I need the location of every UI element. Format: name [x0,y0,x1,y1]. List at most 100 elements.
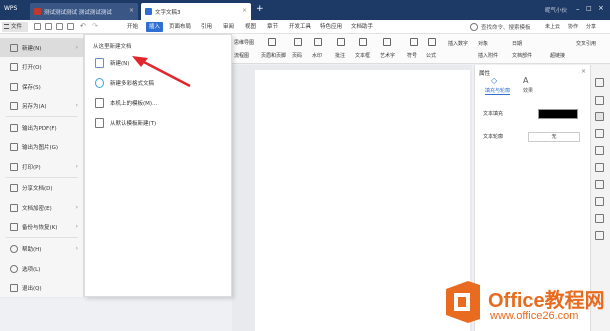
style-icon[interactable] [595,129,604,138]
cross-reference-button[interactable]: 交叉引用 [576,40,596,47]
menu-item-export-pdf[interactable]: 输出为PDF(F) [0,118,84,137]
tab-page-layout[interactable]: 页面布局 [166,22,194,32]
export-icon[interactable] [45,23,52,30]
menu-item-share[interactable]: 分享文档(D) [0,178,84,197]
menu-divider [6,237,78,238]
comment-button[interactable]: 批注 [335,52,345,59]
menu-item-options[interactable]: 选项(L) [0,259,84,278]
submenu-title: 从这里新建文档 [93,44,132,50]
pdf-icon [10,123,18,132]
menu-bar: 文件 ↶ ↷ 开始 插入 页面布局 引用 审阅 视图 章节 开发工具 特色应用 … [0,20,610,34]
backup-icon[interactable] [595,214,604,223]
shape-icon[interactable] [595,180,604,189]
app-name[interactable]: WPS [4,5,17,12]
undo-icon[interactable]: ↶ [80,22,86,30]
file-menu-button[interactable]: 文件 [2,22,28,32]
formula-button[interactable]: 公式 [426,52,436,59]
insert-attachment-button[interactable]: 插入附件 [478,52,498,59]
collaborate-button[interactable]: 协作 [568,23,578,30]
search-input[interactable]: 查找命令、搜索模板 [481,23,531,31]
new-icon [10,43,18,52]
redo-icon[interactable]: ↷ [92,22,98,30]
new-tab-icon[interactable]: + [256,4,264,14]
panel-close-icon[interactable]: × [581,68,586,75]
preview-icon[interactable] [67,23,74,30]
properties-icon[interactable] [595,112,604,121]
tab-insert[interactable]: 插入 [146,22,164,32]
submenu-item-new[interactable]: 新建(N) [95,56,129,70]
text-outline-label[interactable]: 文本轮廓 [483,133,503,140]
menu-item-encrypt[interactable]: 文档加密(E) › [0,198,84,217]
menu-item-exit[interactable]: 退出(Q) [0,278,84,297]
document-tab-1[interactable]: 测试测试测试 测试测试测试 × [30,3,138,20]
document-tab-2[interactable]: 文字文稿3 × [141,3,251,20]
menu-item-help[interactable]: 帮助(H) › [0,239,84,258]
text-fill-label[interactable]: 文本填充 [483,110,503,117]
save-icon [10,82,18,91]
save-icon[interactable] [34,23,41,30]
mindmap-button[interactable]: 思维导图 [234,39,254,46]
table-icon[interactable] [595,197,604,206]
watermark-text: Office教程网 [488,290,605,312]
menu-item-save-as[interactable]: 另存为(A) › [0,96,84,115]
cursor-icon[interactable] [595,96,604,105]
menu-item-save[interactable]: 保存(S) [0,77,84,96]
tab-developer[interactable]: 开发工具 [286,22,314,32]
tab-chapter[interactable]: 章节 [264,22,281,32]
print-icon [10,162,18,171]
tab-effects[interactable]: 效果 [523,87,533,94]
text-outline-select[interactable]: 无 [528,132,580,142]
user-name[interactable]: 昵气小伙 [545,6,567,14]
formula-icon [428,38,436,46]
menu-item-new[interactable]: 新建(N) › [0,38,84,57]
wordart-button[interactable]: 艺术字 [380,52,395,59]
window-close-icon[interactable]: × [598,4,604,12]
search-icon[interactable] [470,23,478,31]
select-icon[interactable] [595,78,604,87]
tab-special-apps[interactable]: 特色应用 [317,22,345,32]
default-template-icon [95,118,104,128]
open-icon [10,62,18,71]
tab-view[interactable]: 视图 [242,22,259,32]
tab-doc-assistant[interactable]: 文档助手 [348,22,376,32]
share-icon[interactable] [595,163,604,172]
doc-parts-button[interactable]: 文档部件 [512,52,532,59]
insert-number-button[interactable]: 插入数字 [448,40,468,47]
textbox-button[interactable]: 文本框 [355,52,370,59]
document-page[interactable] [255,70,470,331]
close-icon[interactable]: × [242,7,247,14]
page-number-button[interactable]: 页码 [292,52,302,59]
text-fill-color-picker[interactable] [538,109,578,119]
submenu-item-default-template[interactable]: 从默认模板新建(T) [95,116,156,130]
object-button[interactable]: 对象 [478,40,488,47]
hyperlink-button[interactable]: 超链接 [550,52,565,59]
menu-item-export-image[interactable]: 输出为图片(G) [0,137,84,156]
submenu-item-local-template[interactable]: 本机上的模板(M)... [95,96,157,110]
menu-item-open[interactable]: 打开(O) [0,57,84,76]
tab-review[interactable]: 审阅 [220,22,237,32]
header-footer-button[interactable]: 页眉和页脚 [261,52,286,59]
minimize-icon[interactable]: – [576,5,580,13]
share-button[interactable]: 分享 [586,23,596,30]
tab-start[interactable]: 开始 [124,22,141,32]
print-icon[interactable] [56,23,63,30]
flowchart-button[interactable]: 流程图 [234,52,249,59]
watermark-button[interactable]: 水印 [312,52,322,59]
symbol-icon [410,38,418,46]
star-icon[interactable] [595,146,604,155]
help-icon[interactable] [595,231,604,240]
annotation-arrow [132,56,191,88]
menu-item-print[interactable]: 打印(P) › [0,157,84,176]
menu-item-backup[interactable]: 备份与恢复(K) › [0,217,84,236]
symbol-button[interactable]: 符号 [407,52,417,59]
maximize-icon[interactable]: □ [586,5,592,12]
date-button[interactable]: 日期 [512,40,522,47]
page-number-icon [294,38,302,46]
comment-icon [337,38,345,46]
close-icon[interactable]: × [129,7,134,14]
tab-fill-outline[interactable]: 填充与轮廓 [485,87,511,95]
image-icon [10,142,18,151]
tab-references[interactable]: 引用 [198,22,215,32]
cloud-status[interactable]: 未上云 [545,23,560,30]
template-icon [95,98,104,108]
